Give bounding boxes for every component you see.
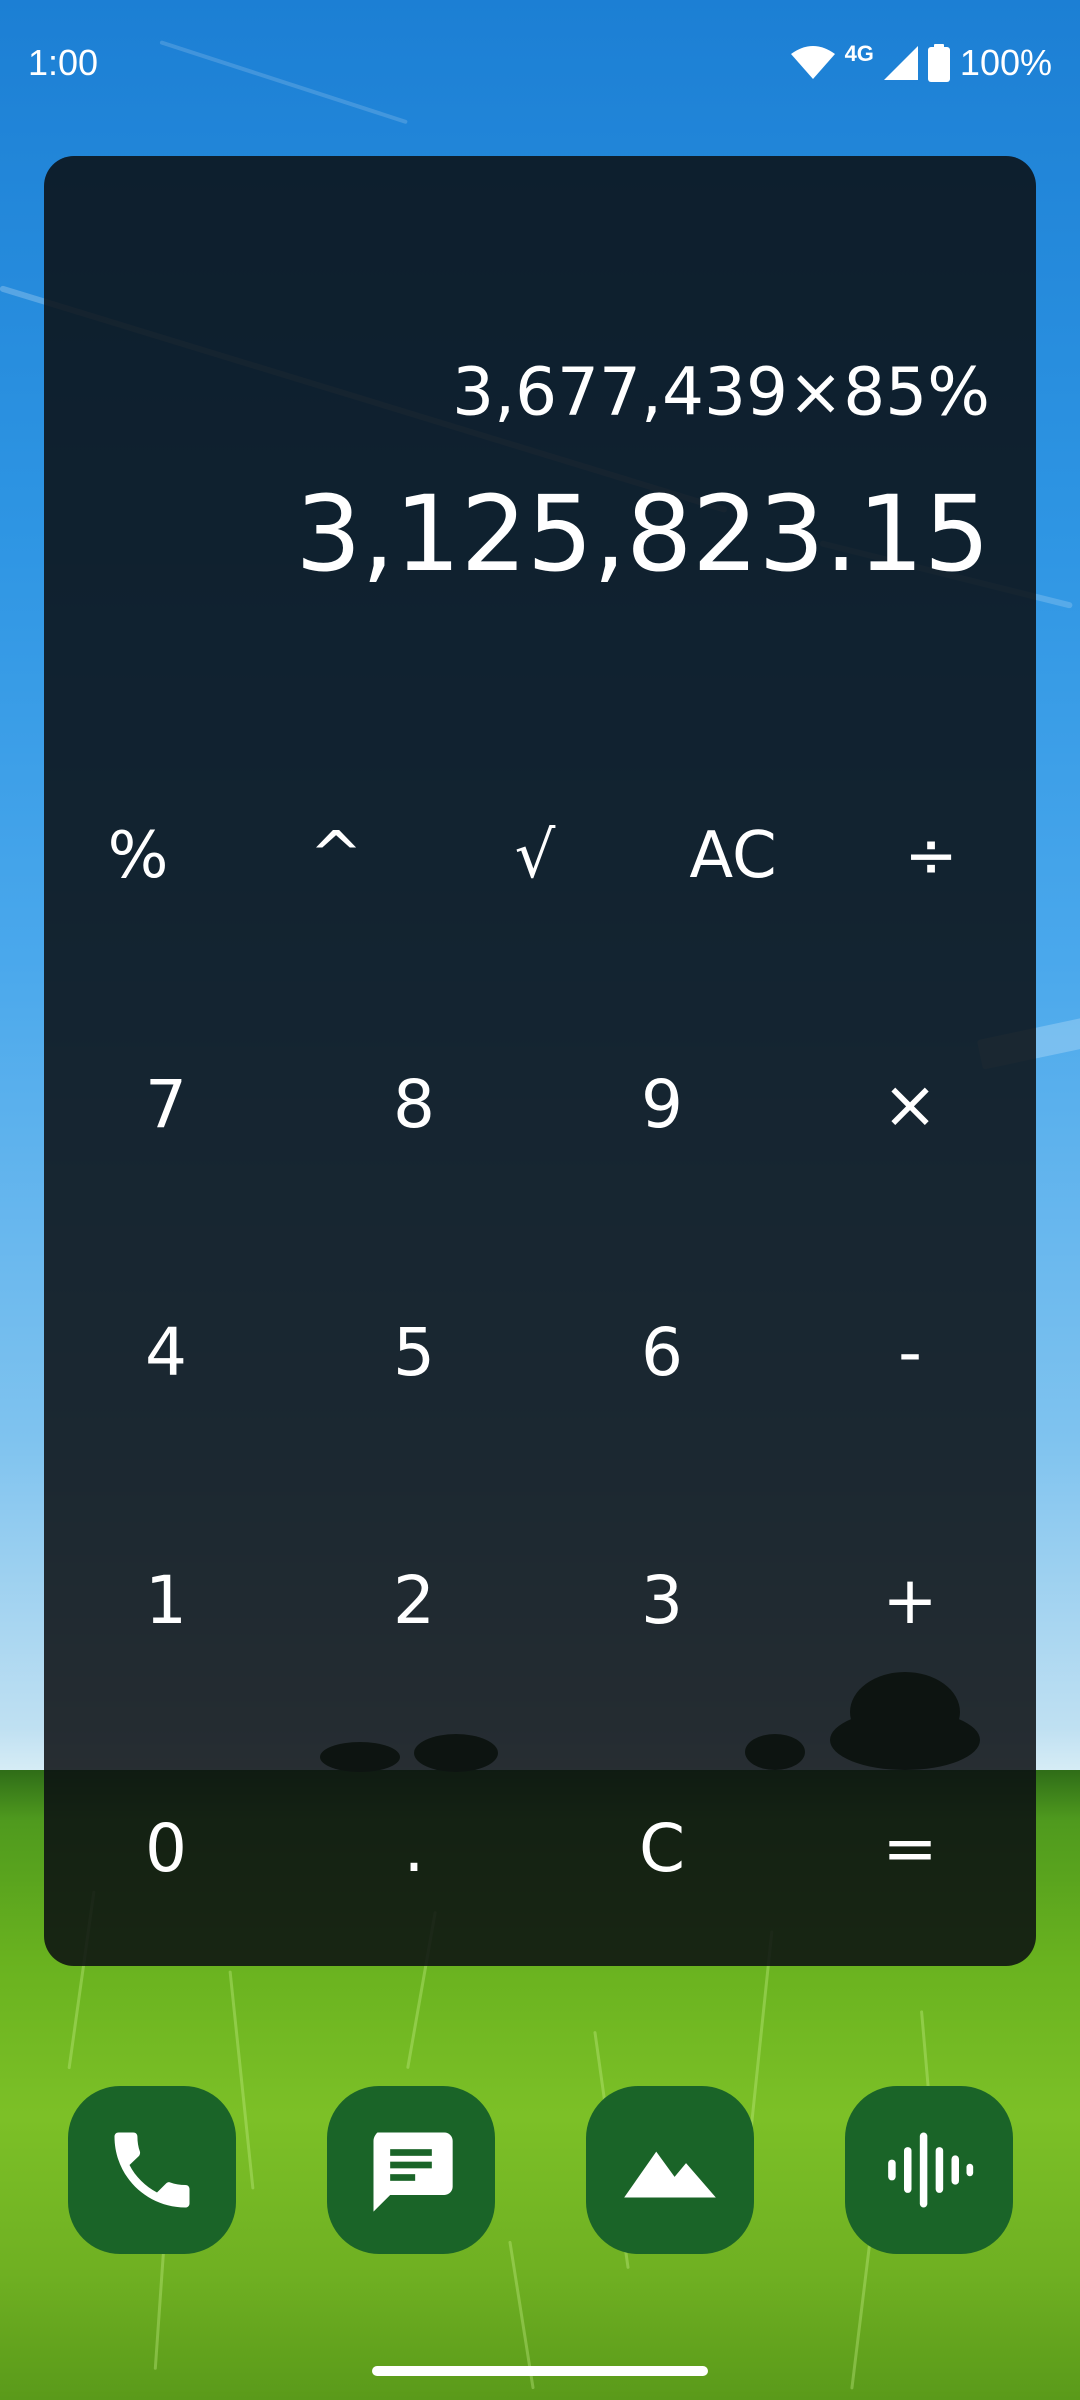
- digit-4-key[interactable]: 4: [56, 1262, 276, 1442]
- percent-key[interactable]: %: [44, 786, 233, 926]
- messages-app[interactable]: [327, 2086, 495, 2254]
- battery-percent: 100%: [959, 42, 1052, 83]
- messages-icon: [373, 2132, 453, 2212]
- phone-app[interactable]: [68, 2086, 236, 2254]
- subtract-key[interactable]: -: [800, 1262, 1020, 1442]
- square-root-key[interactable]: √: [440, 786, 630, 926]
- all-clear-key[interactable]: AC: [638, 786, 828, 926]
- power-key[interactable]: ^: [241, 786, 431, 926]
- cell-signal-icon: [883, 46, 918, 80]
- expression-display: 3,677,439×85%: [452, 353, 990, 431]
- phone-icon: [114, 2132, 190, 2208]
- gesture-navigation-bar[interactable]: [372, 2366, 708, 2376]
- clear-key[interactable]: C: [552, 1758, 772, 1938]
- digit-6-key[interactable]: 6: [552, 1262, 772, 1442]
- digit-5-key[interactable]: 5: [304, 1262, 524, 1442]
- status-bar: 1:00 4G 100%: [0, 0, 1080, 126]
- equals-key[interactable]: =: [800, 1758, 1020, 1938]
- status-icons: 4G 100%: [790, 41, 1052, 84]
- network-type-label: 4G: [844, 41, 874, 66]
- digit-9-key[interactable]: 9: [552, 1014, 772, 1194]
- digit-1-key[interactable]: 1: [56, 1510, 276, 1690]
- digit-7-key[interactable]: 7: [56, 1014, 276, 1194]
- app-dock: [0, 2086, 1080, 2254]
- voice-recorder-app[interactable]: [845, 2086, 1013, 2254]
- status-time: 1:00: [28, 42, 99, 83]
- divide-key[interactable]: ÷: [836, 786, 1026, 926]
- battery-icon: [927, 44, 950, 82]
- wifi-icon: [790, 46, 835, 79]
- voice-recorder-icon: [888, 2132, 974, 2208]
- gallery-app[interactable]: [586, 2086, 754, 2254]
- multiply-key[interactable]: ×: [800, 1014, 1020, 1194]
- digit-2-key[interactable]: 2: [304, 1510, 524, 1690]
- result-display: 3,125,823.15: [295, 473, 990, 595]
- digit-3-key[interactable]: 3: [552, 1510, 772, 1690]
- gallery-icon: [624, 2151, 716, 2198]
- add-key[interactable]: +: [800, 1510, 1020, 1690]
- digit-8-key[interactable]: 8: [304, 1014, 524, 1194]
- digit-0-key[interactable]: 0: [56, 1758, 276, 1938]
- decimal-point-key[interactable]: .: [304, 1758, 524, 1938]
- calculator-widget: 3,677,439×85% 3,125,823.15 % ^ √ AC ÷ 7 …: [44, 156, 1036, 1966]
